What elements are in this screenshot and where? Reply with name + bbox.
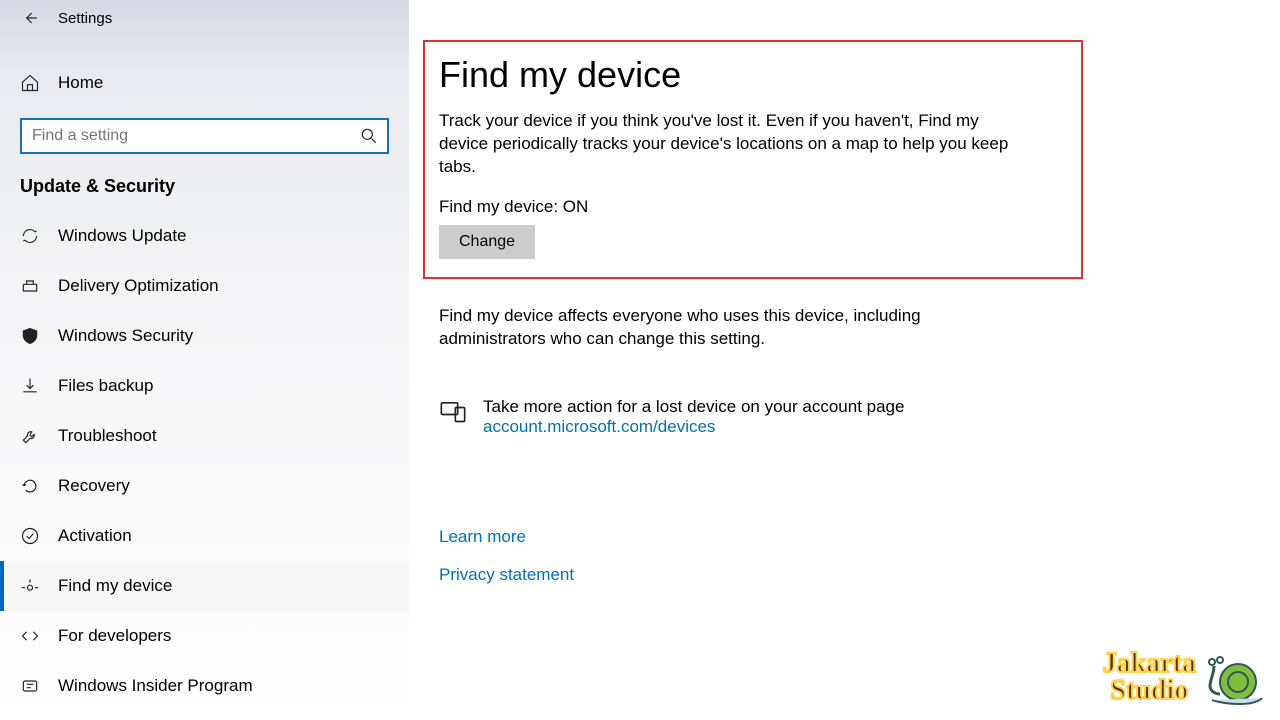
account-action-row: Take more action for a lost device on yo… [439,397,1250,437]
delivery-icon [20,276,40,296]
highlighted-section: Find my device Track your device if you … [423,40,1083,279]
sidebar-home[interactable]: Home [0,58,409,108]
account-link[interactable]: account.microsoft.com/devices [483,417,904,437]
code-icon [20,626,40,646]
nav-label: Find my device [58,576,172,596]
section-label: Update & Security [0,170,409,211]
nav-label: Windows Security [58,326,193,346]
nav-label: For developers [58,626,171,646]
locate-icon [20,576,40,596]
learn-more-link[interactable]: Learn more [439,527,1250,547]
sidebar-item-windows-insider[interactable]: Windows Insider Program [0,661,409,711]
nav-label: Windows Insider Program [58,676,253,696]
watermark-line1: Jakarta [1103,651,1196,678]
status-label: Find my device: ON [439,197,1067,217]
sidebar-item-troubleshoot[interactable]: Troubleshoot [0,411,409,461]
page-title: Find my device [439,54,1067,96]
sidebar-item-delivery-optimization[interactable]: Delivery Optimization [0,261,409,311]
home-label: Home [58,73,103,93]
home-icon [20,73,40,93]
watermark: Jakarta Studio [1103,646,1266,710]
account-action-text: Take more action for a lost device on yo… [483,397,904,417]
nav-label: Activation [58,526,132,546]
change-button[interactable]: Change [439,225,535,259]
search-input[interactable] [20,118,389,154]
insider-icon [20,676,40,696]
permissions-note: Find my device affects everyone who uses… [439,305,999,351]
wrench-icon [20,426,40,446]
privacy-link[interactable]: Privacy statement [439,565,1250,585]
sidebar-item-windows-update[interactable]: Windows Update [0,211,409,261]
devices-icon [439,397,467,425]
sidebar: Settings Home Update & Security Windows … [0,0,409,720]
sidebar-item-windows-security[interactable]: Windows Security [0,311,409,361]
footer-links: Learn more Privacy statement [439,527,1250,585]
sidebar-item-recovery[interactable]: Recovery [0,461,409,511]
recovery-icon [20,476,40,496]
nav-label: Recovery [58,476,130,496]
shield-icon [20,326,40,346]
sidebar-item-for-developers[interactable]: For developers [0,611,409,661]
nav-label: Files backup [58,376,153,396]
nav-label: Delivery Optimization [58,276,219,296]
nav-label: Windows Update [58,226,187,246]
back-button[interactable] [10,0,50,36]
nav-label: Troubleshoot [58,426,157,446]
sidebar-item-activation[interactable]: Activation [0,511,409,561]
window-title: Settings [58,10,112,27]
refresh-icon [20,226,40,246]
watermark-line2: Studio [1103,678,1196,705]
sidebar-item-files-backup[interactable]: Files backup [0,361,409,411]
search-wrap [0,108,409,170]
page-description: Track your device if you think you've lo… [439,110,1019,179]
arrow-left-icon [20,8,40,28]
main-content: Find my device Track your device if you … [409,0,1280,720]
sidebar-item-find-my-device[interactable]: Find my device [0,561,409,611]
backup-icon [20,376,40,396]
sidebar-header: Settings [0,0,409,36]
snail-icon [1202,646,1266,710]
check-circle-icon [20,526,40,546]
